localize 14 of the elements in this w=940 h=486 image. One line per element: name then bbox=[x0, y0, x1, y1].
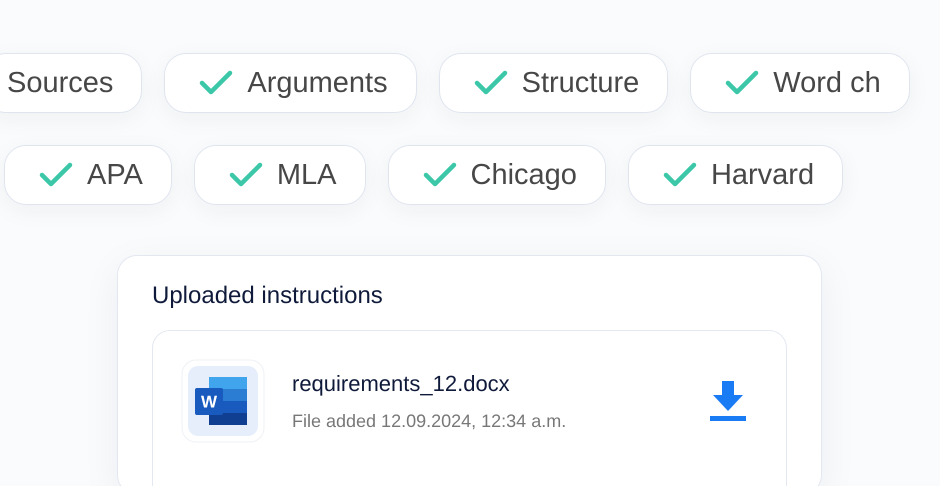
file-date: File added 12.09.2024, 12:34 a.m. bbox=[292, 410, 568, 432]
tag-chip[interactable]: Word ch bbox=[690, 53, 910, 113]
tag-chip[interactable]: APA bbox=[4, 145, 172, 205]
section-title: Uploaded instructions bbox=[152, 282, 384, 310]
tag-chip[interactable]: MLA bbox=[194, 145, 366, 205]
word-logo-letter: W bbox=[200, 392, 218, 412]
tag-chip[interactable]: Harvard bbox=[628, 145, 844, 205]
tag-chip[interactable]: Structure bbox=[438, 53, 668, 113]
download-icon[interactable] bbox=[710, 381, 746, 421]
tag-chip[interactable]: Chicago bbox=[388, 145, 606, 205]
tag-chip[interactable]: Arguments bbox=[164, 53, 417, 113]
file-name[interactable]: requirements_12.docx bbox=[292, 370, 710, 396]
tag-chip[interactable]: Sources bbox=[0, 53, 142, 113]
word-document-icon bbox=[182, 360, 264, 442]
